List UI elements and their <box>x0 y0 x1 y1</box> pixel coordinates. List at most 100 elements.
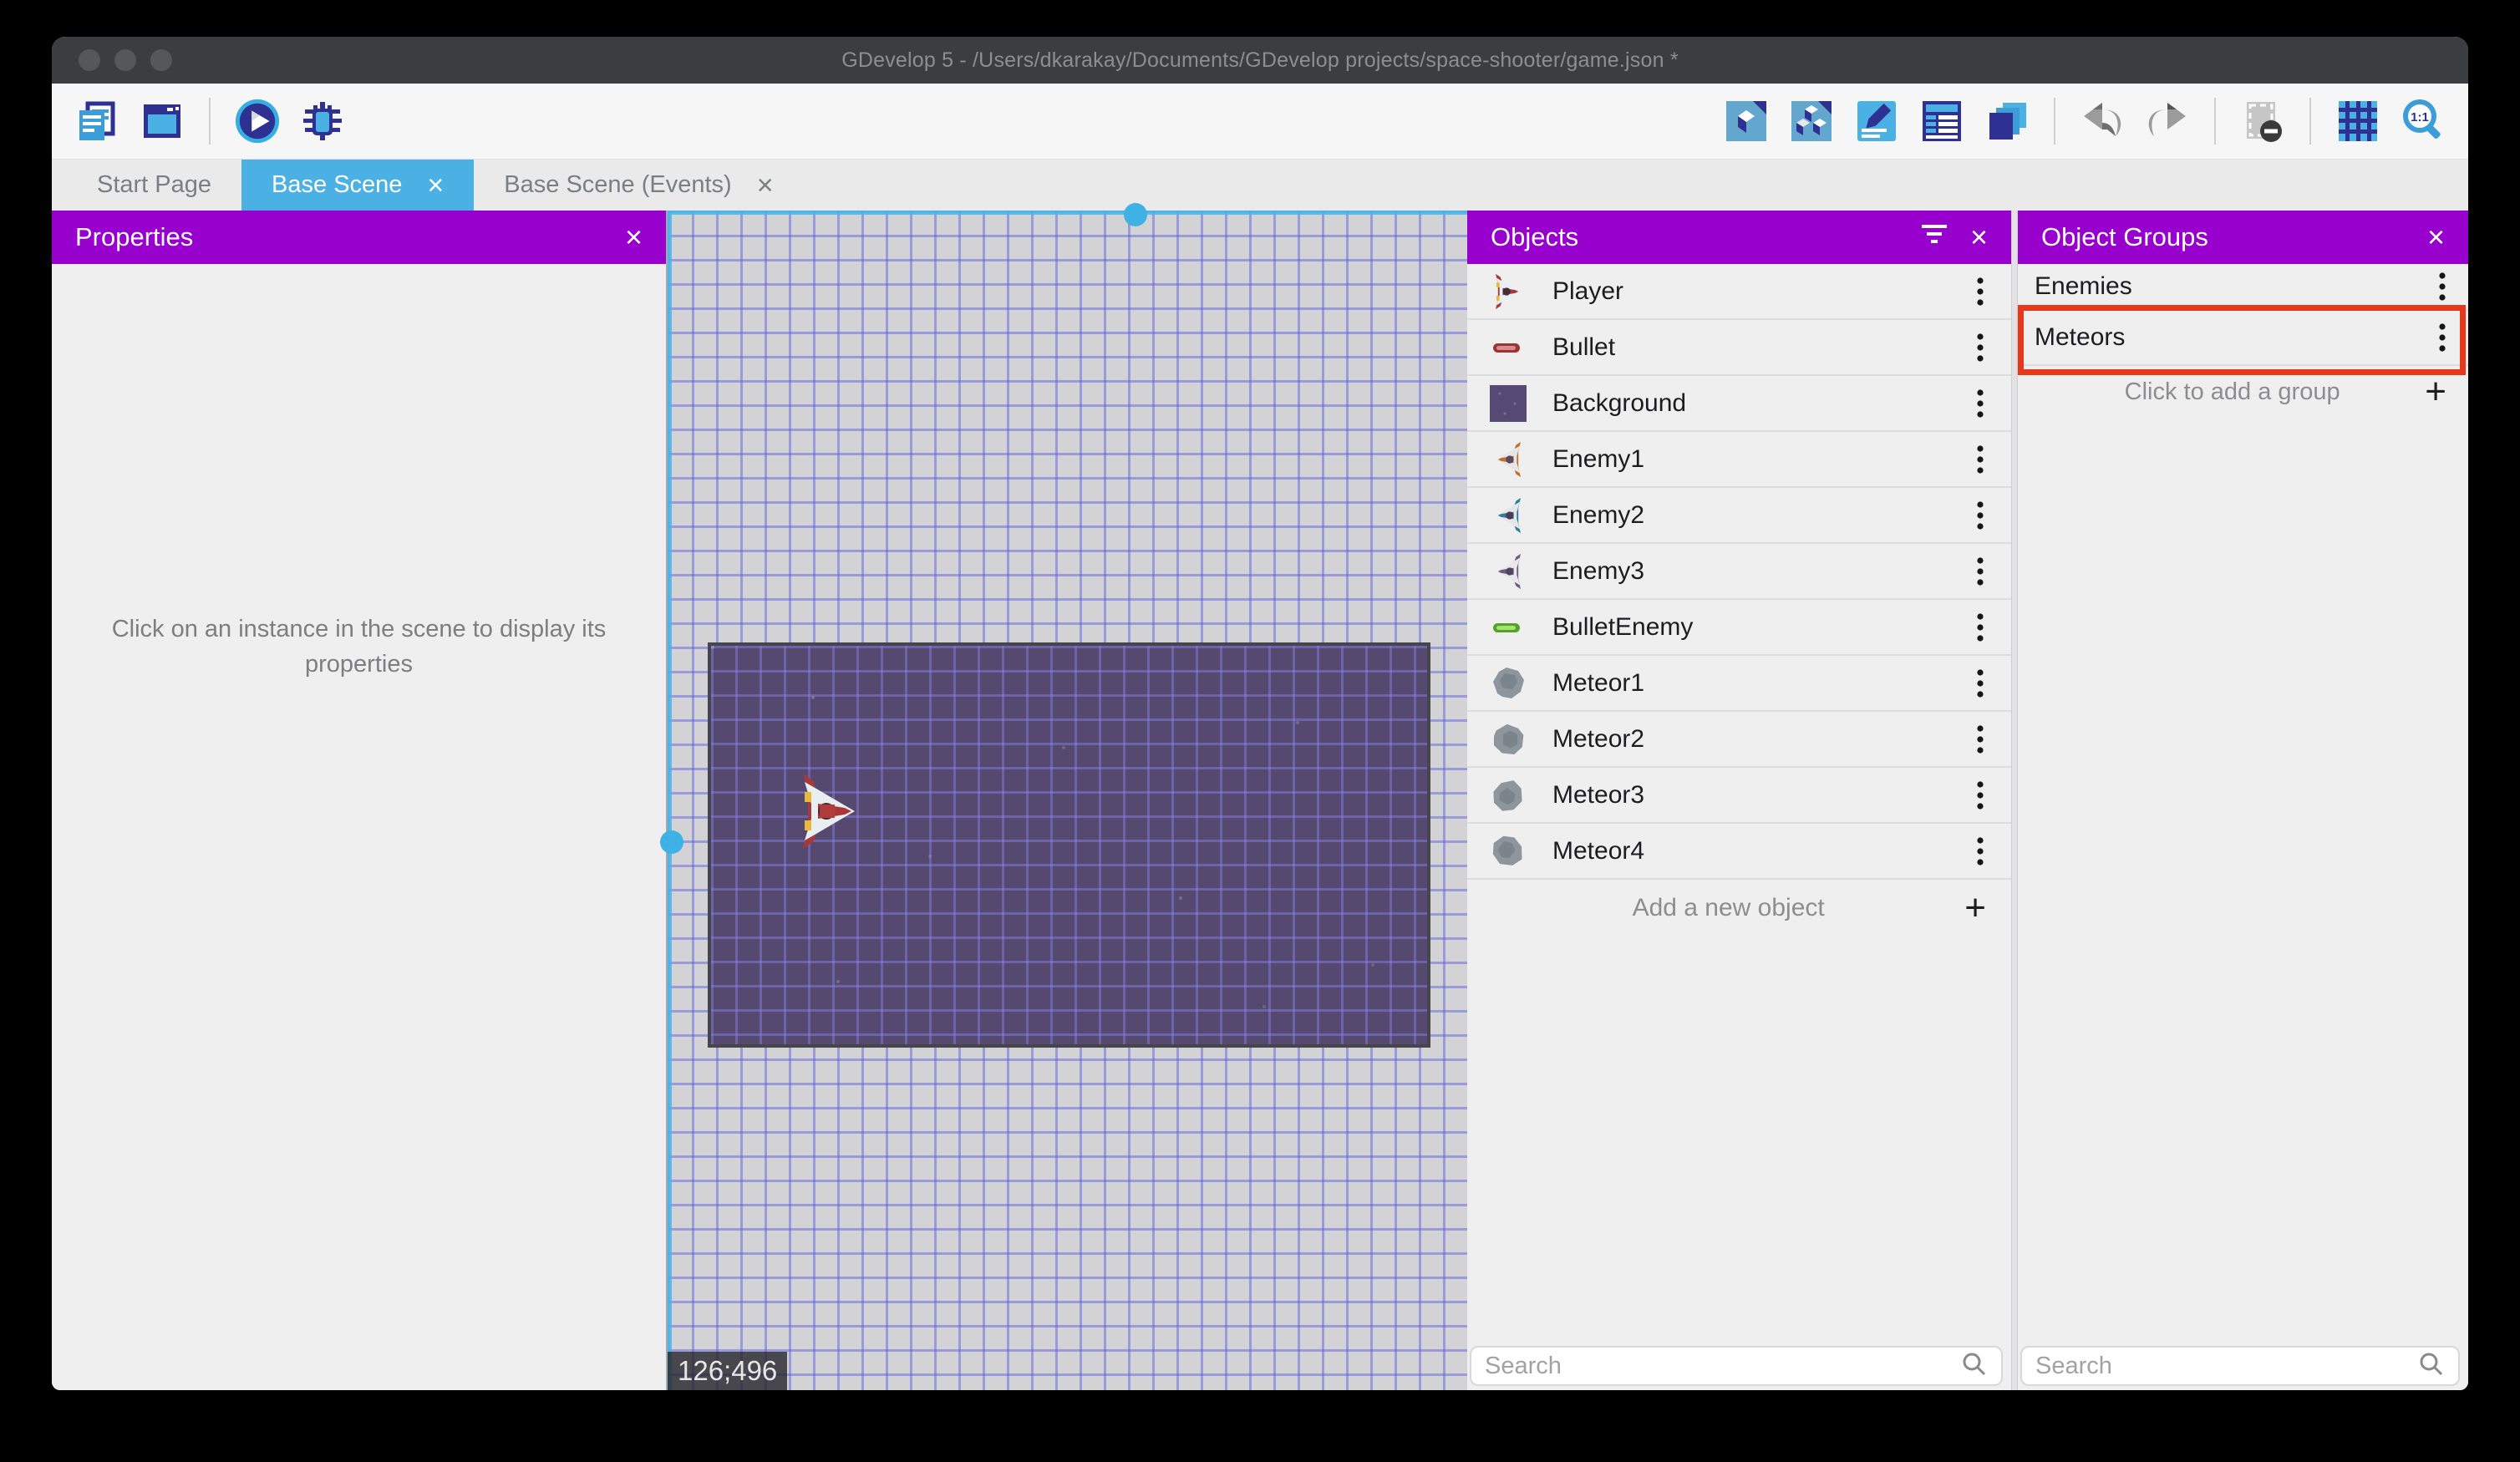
tab-label: Base Scene <box>272 171 403 198</box>
object-row-meteor1[interactable]: Meteor1 <box>1467 656 2011 712</box>
gdevelop-window: GDevelop 5 - /Users/dkarakay/Documents/G… <box>52 37 2468 1390</box>
cursor-coordinates-badge: 126;496 <box>668 1352 788 1390</box>
object-label: Player <box>1552 277 1624 305</box>
toggle-instances-masks-icon[interactable] <box>2239 98 2286 145</box>
selection-handle-top[interactable] <box>1124 203 1147 226</box>
object-row-meteor3[interactable]: Meteor3 <box>1467 768 2011 824</box>
kebab-menu-icon[interactable] <box>2433 272 2451 302</box>
object-label: Meteor4 <box>1552 836 1645 865</box>
traffic-lights[interactable] <box>79 49 172 71</box>
zoom-1-1-icon[interactable]: 1:1 <box>2400 98 2446 145</box>
object-row-enemy3[interactable]: Enemy3 <box>1467 544 2011 600</box>
objects-panel: Objects × Player Bullet Background Enemy… <box>1467 211 2011 1390</box>
kebab-menu-icon[interactable] <box>2433 322 2451 353</box>
edit-objects-group-icon[interactable] <box>1788 98 1835 145</box>
scene-canvas[interactable]: 126;496 <box>660 203 1467 1390</box>
kebab-menu-icon[interactable] <box>1971 333 1989 363</box>
kebab-menu-icon[interactable] <box>1971 668 1989 698</box>
kebab-menu-icon[interactable] <box>1971 556 1989 586</box>
panel-title: Properties <box>75 222 194 251</box>
selection-handle-left[interactable] <box>660 830 683 854</box>
toggle-grid-icon[interactable] <box>2335 98 2381 145</box>
undo-icon[interactable] <box>2079 98 2126 145</box>
add-group-label: Click to add a group <box>2124 378 2340 405</box>
kebab-menu-icon[interactable] <box>1971 444 1989 475</box>
plus-icon: + <box>2425 371 2446 412</box>
edit-scene-properties-icon[interactable] <box>1853 98 1900 145</box>
player-ship-icon <box>1489 272 1527 311</box>
close-panel-icon[interactable]: × <box>2427 222 2445 252</box>
open-layers-icon[interactable] <box>1984 98 2030 145</box>
minimize-window-icon[interactable] <box>114 49 136 71</box>
selection-edge-top <box>668 211 1467 215</box>
properties-empty-message: Click on an instance in the scene to dis… <box>111 616 607 678</box>
object-row-bullet[interactable]: Bullet <box>1467 320 2011 376</box>
editor-content: Properties × Click on an instance in the… <box>52 203 2468 1390</box>
red-bullet-icon <box>1489 328 1527 367</box>
tab-base-scene[interactable]: Base Scene × <box>241 160 475 211</box>
object-row-enemy1[interactable]: Enemy1 <box>1467 432 2011 488</box>
object-row-meteor4[interactable]: Meteor4 <box>1467 824 2011 880</box>
object-row-player[interactable]: Player <box>1467 264 2011 320</box>
toolbar-right-group: 1:1 <box>1723 98 2446 145</box>
objects-search-input[interactable] <box>1485 1352 1951 1380</box>
kebab-menu-icon[interactable] <box>1971 780 1989 810</box>
group-row-enemies[interactable]: Enemies <box>2018 264 2468 311</box>
background-stars <box>711 646 714 649</box>
object-groups-panel-header: Object Groups × <box>2018 211 2468 264</box>
objects-panel-header: Objects × <box>1467 211 2011 264</box>
meteor-rock-icon <box>1489 832 1527 871</box>
object-label: Meteor1 <box>1552 668 1645 697</box>
debug-icon[interactable] <box>299 98 346 145</box>
kebab-menu-icon[interactable] <box>1971 277 1989 307</box>
object-groups-panel: Object Groups × Enemies Meteors Click to… <box>2018 211 2468 1390</box>
filter-icon[interactable] <box>1920 221 1948 253</box>
plus-icon: + <box>1964 886 1986 928</box>
object-row-meteor2[interactable]: Meteor2 <box>1467 712 2011 768</box>
object-label: BulletEnemy <box>1552 612 1694 641</box>
toolbar-left-group <box>74 98 346 145</box>
meteor-rock-icon <box>1489 664 1527 703</box>
object-row-enemy2[interactable]: Enemy2 <box>1467 488 2011 544</box>
group-row-meteors[interactable]: Meteors <box>2018 311 2468 366</box>
open-instances-list-icon[interactable] <box>1918 98 1965 145</box>
panel-divider[interactable] <box>2011 211 2018 1390</box>
main-toolbar: 1:1 <box>52 84 2468 159</box>
tab-start-page[interactable]: Start Page <box>67 160 241 211</box>
enemy-ship-orange-icon <box>1489 440 1527 479</box>
tab-base-scene-events[interactable]: Base Scene (Events) × <box>474 160 803 211</box>
player-ship-instance[interactable] <box>793 772 866 850</box>
svg-text:1:1: 1:1 <box>2411 110 2429 124</box>
tab-label: Start Page <box>97 171 212 198</box>
groups-search-input[interactable] <box>2035 1352 2408 1380</box>
kebab-menu-icon[interactable] <box>1971 836 1989 866</box>
close-panel-icon[interactable]: × <box>625 222 643 252</box>
close-window-icon[interactable] <box>79 49 100 71</box>
object-label: Enemy2 <box>1552 500 1645 529</box>
add-group-button[interactable]: Click to add a group + <box>2018 366 2468 418</box>
groups-search-bar <box>2020 1346 2460 1386</box>
kebab-menu-icon[interactable] <box>1971 500 1989 530</box>
properties-panel-header: Properties × <box>52 211 666 264</box>
kebab-menu-icon[interactable] <box>1971 388 1989 419</box>
start-page-window-icon[interactable] <box>139 98 185 145</box>
edit-object-icon[interactable] <box>1723 98 1770 145</box>
maximize-window-icon[interactable] <box>150 49 172 71</box>
object-row-background[interactable]: Background <box>1467 376 2011 432</box>
object-label: Background <box>1552 388 1687 417</box>
kebab-menu-icon[interactable] <box>1971 724 1989 754</box>
preview-play-icon[interactable] <box>234 98 281 145</box>
add-new-object-button[interactable]: Add a new object + <box>1467 880 2011 936</box>
project-manager-icon[interactable] <box>74 98 120 145</box>
object-row-bulletenemy[interactable]: BulletEnemy <box>1467 600 2011 656</box>
properties-panel: Properties × Click on an instance in the… <box>52 211 666 1390</box>
close-tab-icon[interactable]: × <box>427 171 444 200</box>
object-label: Enemy1 <box>1552 444 1645 473</box>
enemy-ship-purple-icon <box>1489 552 1527 591</box>
panel-title: Object Groups <box>2041 222 2208 251</box>
close-tab-icon[interactable]: × <box>757 171 774 200</box>
redo-icon[interactable] <box>2144 98 2191 145</box>
close-panel-icon[interactable]: × <box>1970 222 1988 252</box>
kebab-menu-icon[interactable] <box>1971 612 1989 642</box>
enemy-ship-teal-icon <box>1489 496 1527 535</box>
